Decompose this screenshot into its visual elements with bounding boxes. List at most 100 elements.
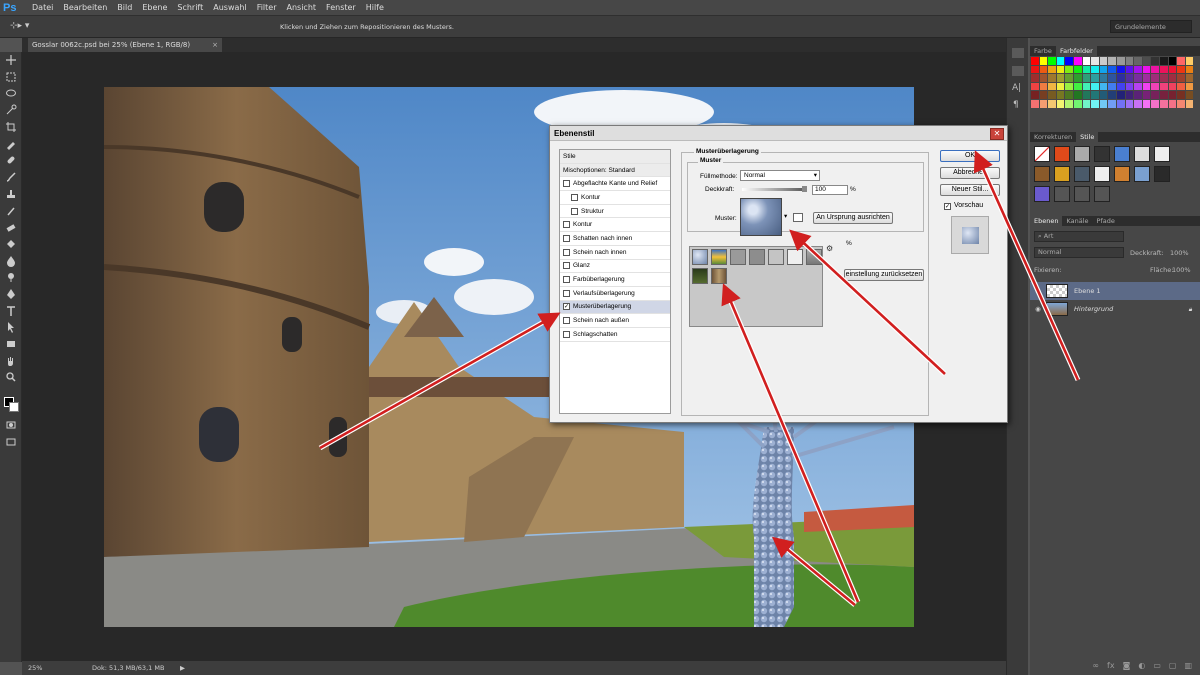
- opacity-slider[interactable]: [742, 188, 806, 191]
- color-swatch[interactable]: [1116, 99, 1125, 108]
- color-swatch[interactable]: [1065, 82, 1073, 91]
- pen-tool-icon[interactable]: [0, 286, 22, 303]
- style-preset[interactable]: [1154, 166, 1170, 182]
- path-selection-tool-icon[interactable]: [0, 319, 22, 336]
- color-swatch[interactable]: [1159, 74, 1168, 82]
- style-list-item[interactable]: Verlaufsüberlagerung: [560, 287, 670, 301]
- brush-tool-icon[interactable]: [0, 169, 22, 186]
- visibility-eye-icon[interactable]: ◉: [1030, 305, 1046, 313]
- color-swatch[interactable]: [1159, 91, 1168, 99]
- color-swatch[interactable]: [1159, 82, 1168, 91]
- zoom-tool-icon[interactable]: [0, 369, 22, 386]
- history-panel-icon[interactable]: [1012, 48, 1024, 58]
- color-swatch[interactable]: [1134, 57, 1142, 65]
- style-checkbox[interactable]: [563, 330, 570, 338]
- actions-panel-icon[interactable]: [1012, 66, 1024, 76]
- color-swatch[interactable]: [1185, 57, 1194, 65]
- quick-mask-icon[interactable]: [0, 417, 22, 434]
- color-swatch[interactable]: [1168, 91, 1177, 99]
- style-checkbox[interactable]: [563, 180, 570, 188]
- style-preset[interactable]: [1074, 166, 1090, 182]
- style-list-item[interactable]: Stile: [560, 150, 670, 164]
- color-swatch[interactable]: [1134, 99, 1142, 108]
- color-swatch[interactable]: [1125, 91, 1134, 99]
- color-swatch[interactable]: [1031, 99, 1039, 108]
- style-list-item[interactable]: Schatten nach innen: [560, 232, 670, 246]
- lasso-tool-icon[interactable]: [0, 85, 22, 102]
- color-swatch[interactable]: [1142, 91, 1151, 99]
- color-swatch[interactable]: [1091, 99, 1099, 108]
- new-group-icon[interactable]: ▭: [1153, 661, 1161, 675]
- color-swatch[interactable]: [1159, 99, 1168, 108]
- style-preset[interactable]: [1134, 166, 1150, 182]
- layer-row-ebene-1[interactable]: ◉ Ebene 1: [1030, 282, 1200, 300]
- opacity-slider-handle[interactable]: [802, 186, 807, 192]
- color-swatch[interactable]: [1125, 99, 1134, 108]
- pattern-item[interactable]: [749, 249, 765, 265]
- color-swatch[interactable]: [1134, 74, 1142, 82]
- style-preset[interactable]: [1034, 166, 1050, 182]
- color-swatch[interactable]: [1091, 74, 1099, 82]
- color-swatch[interactable]: [1177, 74, 1185, 82]
- quick-select-tool-icon[interactable]: [0, 102, 22, 119]
- menu-ebene[interactable]: Ebene: [137, 3, 172, 12]
- color-swatch[interactable]: [1134, 82, 1142, 91]
- color-swatch[interactable]: [1177, 57, 1185, 65]
- color-swatch[interactable]: [1099, 99, 1108, 108]
- tab-kanaele[interactable]: Kanäle: [1062, 216, 1092, 226]
- color-swatch[interactable]: [1151, 65, 1159, 74]
- color-swatch[interactable]: [1048, 57, 1056, 65]
- color-swatch[interactable]: [1142, 74, 1151, 82]
- color-swatch[interactable]: [1185, 91, 1194, 99]
- style-checkbox[interactable]: [563, 248, 570, 256]
- marquee-tool-icon[interactable]: [0, 69, 22, 86]
- style-preset[interactable]: [1074, 146, 1090, 162]
- color-swatch[interactable]: [1073, 91, 1082, 99]
- style-preset[interactable]: [1054, 146, 1070, 162]
- color-swatch[interactable]: [1151, 91, 1159, 99]
- color-swatch[interactable]: [1151, 82, 1159, 91]
- pattern-preview-swatch[interactable]: [740, 198, 782, 236]
- color-swatch[interactable]: [1142, 82, 1151, 91]
- style-list-item[interactable]: Schein nach innen: [560, 246, 670, 260]
- style-list-item[interactable]: Schein nach außen: [560, 314, 670, 328]
- crop-tool-icon[interactable]: [0, 119, 22, 136]
- style-list-item[interactable]: Farbüberlagerung: [560, 273, 670, 287]
- color-swatch[interactable]: [1048, 82, 1056, 91]
- color-swatch[interactable]: [1142, 57, 1151, 65]
- color-swatch[interactable]: [1082, 99, 1091, 108]
- color-swatch[interactable]: [1151, 74, 1159, 82]
- color-swatch[interactable]: [1159, 57, 1168, 65]
- move-tool-icon[interactable]: [0, 52, 22, 69]
- color-swatch[interactable]: [1048, 65, 1056, 74]
- menu-datei[interactable]: Datei: [27, 3, 58, 12]
- color-swatch[interactable]: [1168, 57, 1177, 65]
- color-swatch[interactable]: [1099, 65, 1108, 74]
- paragraph-panel-icon[interactable]: ¶: [1013, 100, 1019, 110]
- menu-ansicht[interactable]: Ansicht: [282, 3, 322, 12]
- pattern-item[interactable]: [711, 268, 727, 284]
- style-checkbox[interactable]: [563, 262, 570, 270]
- style-preset[interactable]: [1034, 146, 1050, 162]
- zoom-level[interactable]: 25%: [28, 661, 42, 675]
- style-checkbox[interactable]: [563, 221, 570, 229]
- menu-auswahl[interactable]: Auswahl: [208, 3, 251, 12]
- new-layer-icon[interactable]: ▢: [1169, 661, 1177, 675]
- menu-bearbeiten[interactable]: Bearbeiten: [58, 3, 112, 12]
- layer-fill-value[interactable]: 100%: [1172, 266, 1191, 274]
- color-swatch[interactable]: [1056, 57, 1065, 65]
- color-swatch[interactable]: [1048, 91, 1056, 99]
- color-swatch[interactable]: [1108, 91, 1116, 99]
- delete-layer-icon[interactable]: ▥: [1184, 661, 1192, 675]
- color-swatch[interactable]: [1031, 65, 1039, 74]
- color-swatch[interactable]: [1031, 74, 1039, 82]
- adjustment-layer-icon[interactable]: ◐: [1138, 661, 1145, 675]
- style-list-item[interactable]: Struktur: [560, 205, 670, 219]
- color-swatch[interactable]: [1185, 82, 1194, 91]
- menu-filter[interactable]: Filter: [252, 3, 282, 12]
- style-list-item[interactable]: Kontur: [560, 191, 670, 205]
- color-swatch[interactable]: [1099, 82, 1108, 91]
- style-preset[interactable]: [1094, 186, 1110, 202]
- history-brush-tool-icon[interactable]: [0, 202, 22, 219]
- color-swatch[interactable]: [1065, 74, 1073, 82]
